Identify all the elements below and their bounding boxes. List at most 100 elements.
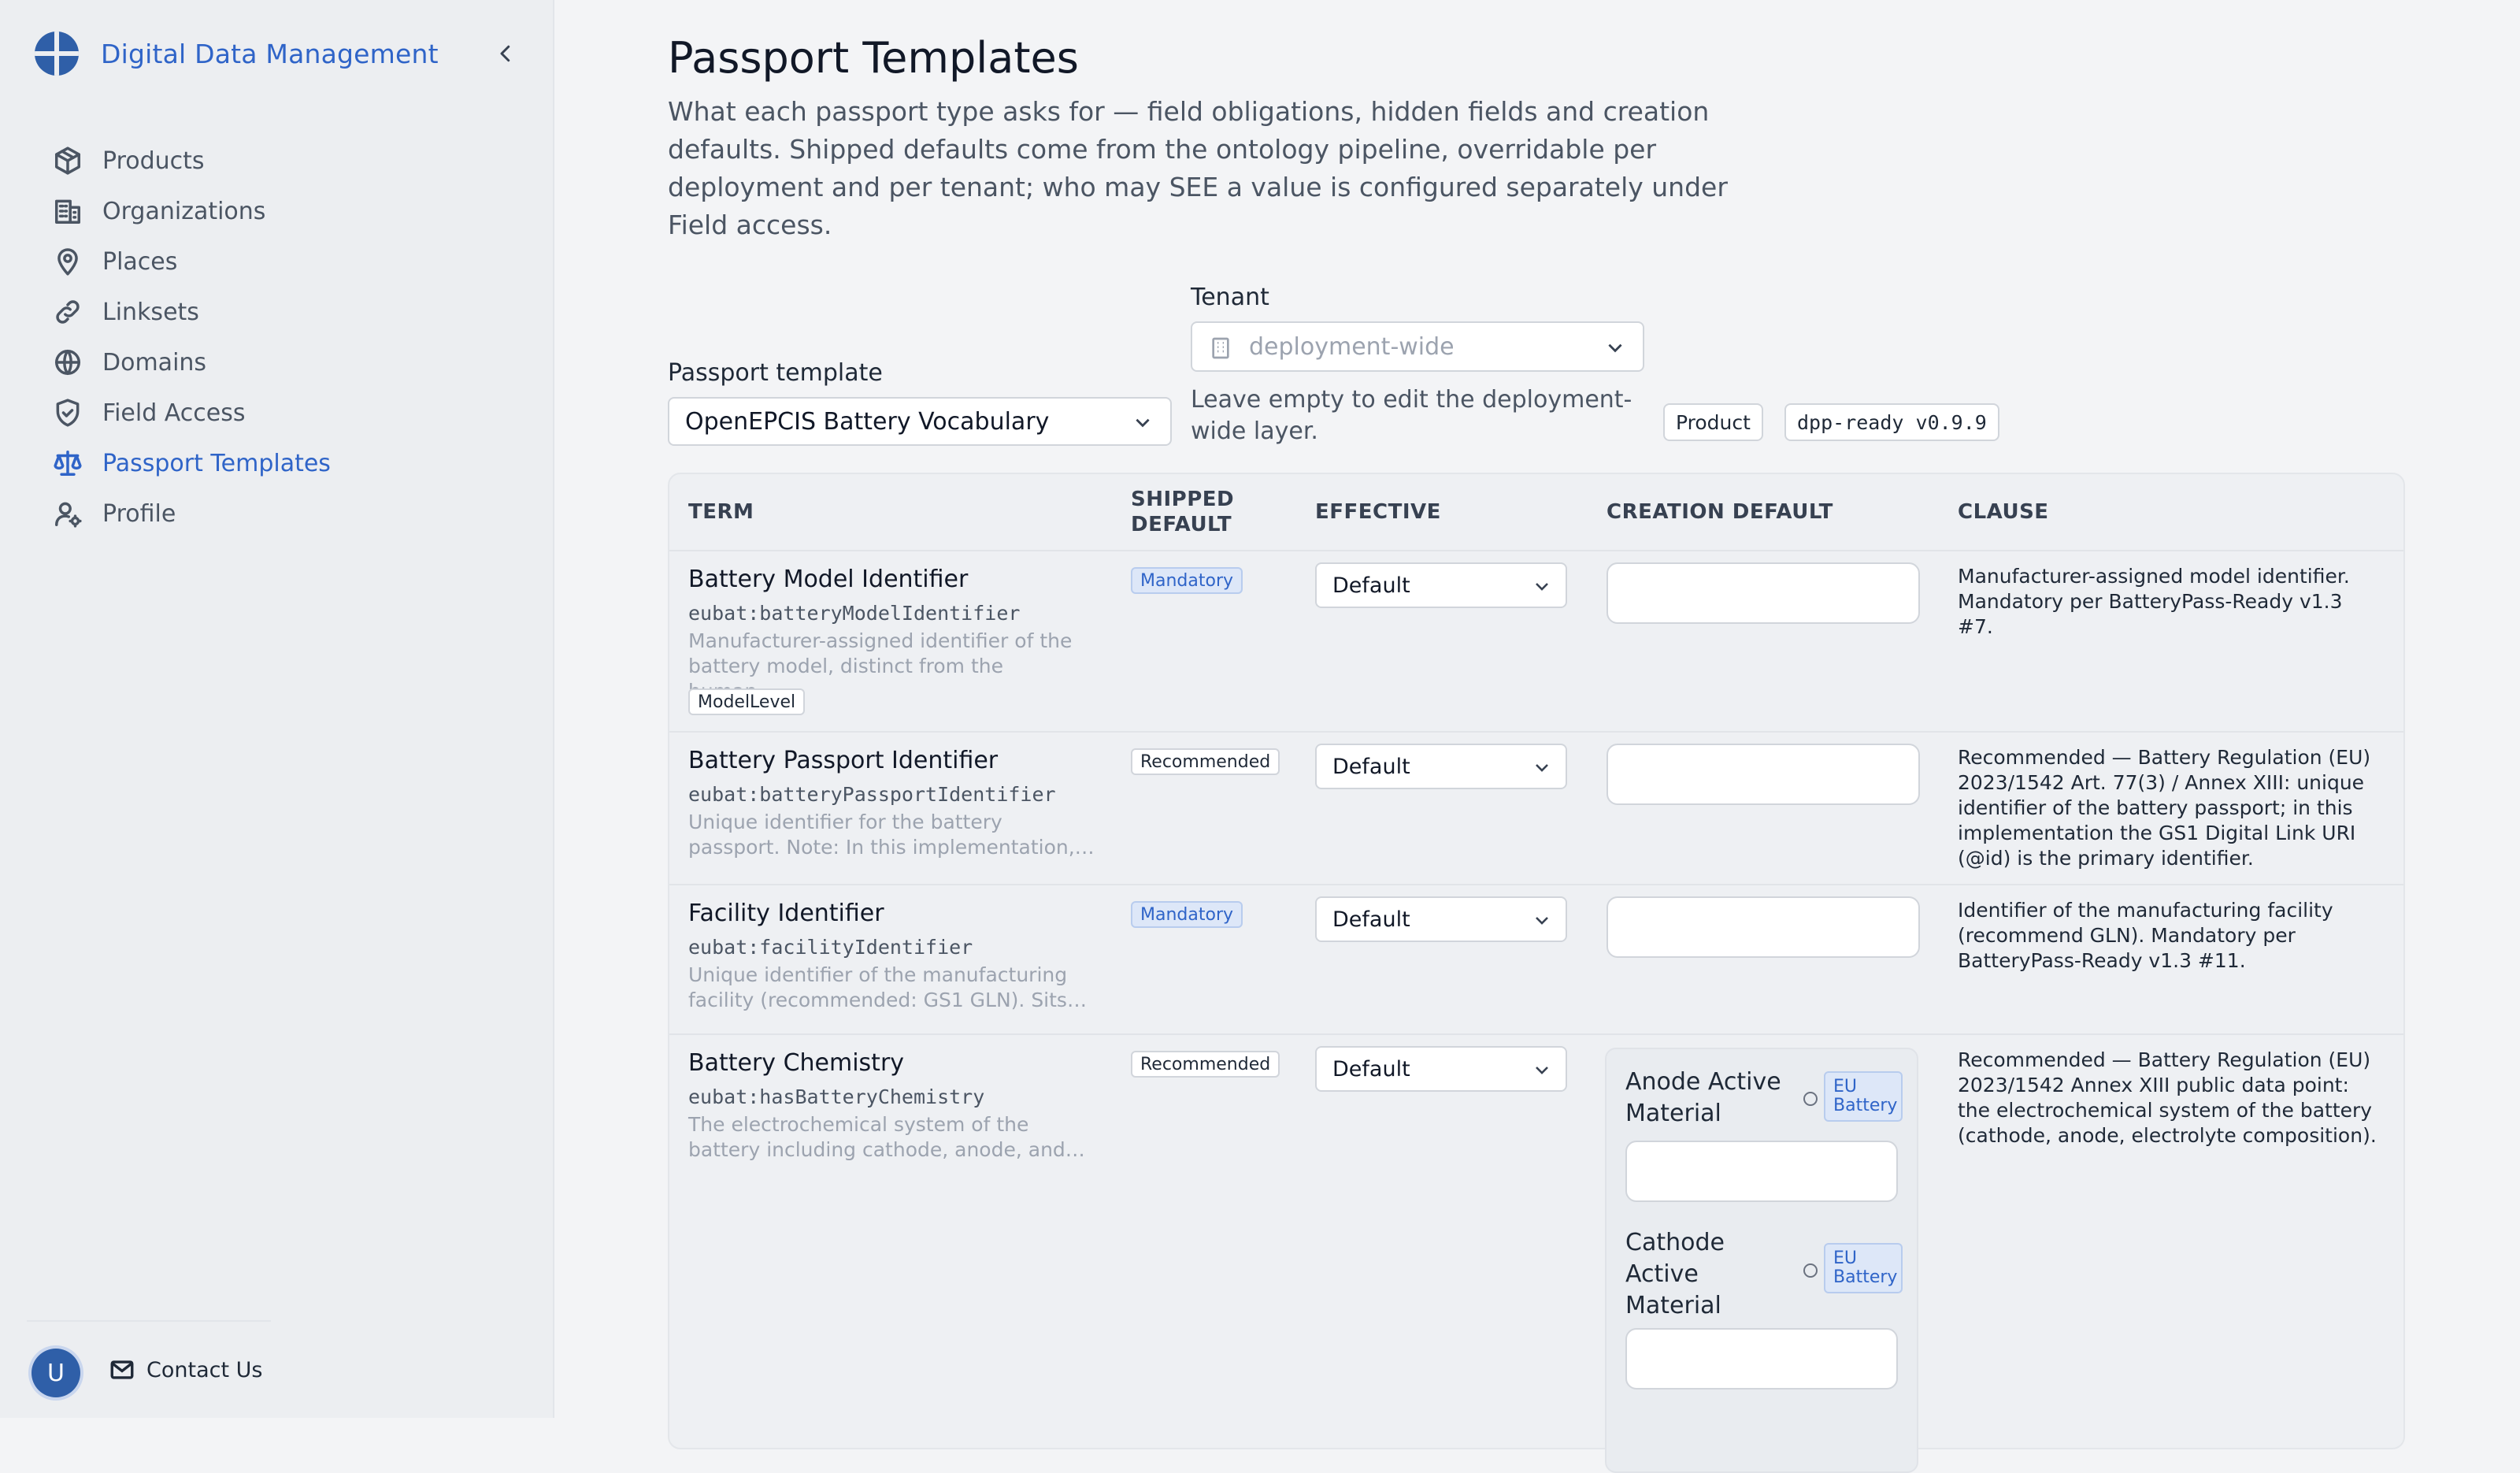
nested-field-label: Anode Active Material bbox=[1625, 1068, 1781, 1127]
column-header-effective: EFFECTIVE bbox=[1315, 500, 1441, 524]
shipped-default-badge: Recommended bbox=[1131, 748, 1280, 775]
term-id: eubat:facilityIdentifier bbox=[688, 936, 973, 959]
term-description: Unique identifier for the battery passpo… bbox=[688, 811, 1095, 859]
clause-text: Identifier of the manufacturing facility… bbox=[1958, 899, 2333, 972]
chevron-down-icon bbox=[1532, 758, 1551, 782]
contact-us-link[interactable]: Contact Us bbox=[109, 1356, 262, 1383]
building-icon bbox=[52, 195, 83, 227]
effective-value: Default bbox=[1332, 907, 1410, 932]
sidebar-item-label: Profile bbox=[102, 499, 176, 528]
sidebar-item-organizations[interactable]: Organizations bbox=[52, 186, 331, 236]
sidebar-item-label: Organizations bbox=[102, 197, 266, 225]
sidebar-divider bbox=[27, 1320, 271, 1322]
effective-select[interactable]: Default bbox=[1315, 1046, 1567, 1092]
tenant-label: Tenant bbox=[1191, 284, 1269, 311]
template-table: TERM SHIPPED DEFAULT EFFECTIVE CREATION … bbox=[668, 473, 2405, 1449]
sidebar-item-label: Places bbox=[102, 247, 178, 276]
user-gear-icon bbox=[52, 498, 83, 529]
shield-icon bbox=[52, 397, 83, 429]
term-description: The electrochemical system of the batter… bbox=[688, 1113, 1085, 1161]
sidebar-item-products[interactable]: Products bbox=[52, 135, 331, 186]
nested-fields-panel: Anode Active Material EU Battery Cathode… bbox=[1605, 1048, 1918, 1473]
shipped-default-badge: Recommended bbox=[1131, 1051, 1280, 1078]
sidebar-item-linksets[interactable]: Linksets bbox=[52, 287, 331, 337]
collapse-sidebar-button[interactable] bbox=[487, 35, 524, 72]
sidebar-nav: Products Organizations Places Linksets D… bbox=[52, 135, 331, 539]
building-icon bbox=[1212, 337, 1229, 359]
template-label: Passport template bbox=[668, 359, 883, 387]
sidebar-item-field-access[interactable]: Field Access bbox=[52, 388, 331, 438]
sidebar-item-label: Field Access bbox=[102, 399, 246, 427]
sidebar-item-passport-templates[interactable]: Passport Templates bbox=[52, 438, 331, 488]
row-divider bbox=[669, 1033, 2403, 1035]
row-divider bbox=[669, 550, 2403, 551]
clause-text: Manufacturer-assigned model identifier. … bbox=[1958, 565, 2350, 638]
box-icon bbox=[52, 145, 83, 176]
logo-icon bbox=[35, 32, 79, 76]
term-name: Facility Identifier bbox=[688, 900, 884, 927]
info-icon[interactable] bbox=[1803, 1092, 1818, 1106]
chevron-down-icon bbox=[1532, 577, 1551, 601]
info-icon[interactable] bbox=[1803, 1263, 1818, 1278]
chevron-down-icon bbox=[1605, 336, 1625, 357]
sidebar-item-label: Products bbox=[102, 147, 205, 175]
contact-us-label: Contact Us bbox=[146, 1357, 263, 1382]
chevron-down-icon bbox=[1532, 911, 1551, 935]
term-id: eubat:batteryModelIdentifier bbox=[688, 602, 1021, 625]
link-icon bbox=[52, 296, 83, 328]
effective-value: Default bbox=[1332, 1056, 1410, 1082]
effective-value: Default bbox=[1332, 573, 1410, 598]
creation-default-input[interactable] bbox=[1606, 744, 1920, 805]
clause-text: Recommended — Battery Regulation (EU) 20… bbox=[1958, 746, 2371, 870]
effective-value: Default bbox=[1332, 754, 1410, 779]
cathode-active-material-input[interactable] bbox=[1625, 1328, 1898, 1390]
product-badge: Product bbox=[1663, 403, 1763, 441]
effective-select[interactable]: Default bbox=[1315, 896, 1567, 942]
brand[interactable]: Digital Data Management bbox=[35, 30, 439, 77]
term-name: Battery Model Identifier bbox=[688, 566, 969, 593]
shipped-default-badge: Mandatory bbox=[1131, 901, 1243, 928]
sidebar-item-label: Passport Templates bbox=[102, 449, 331, 477]
template-select-value: OpenEPCIS Battery Vocabulary bbox=[685, 407, 1050, 436]
sidebar-item-label: Domains bbox=[102, 348, 207, 377]
column-header-clause: CLAUSE bbox=[1958, 500, 2049, 524]
term-name: Battery Chemistry bbox=[688, 1049, 905, 1077]
row-divider bbox=[669, 884, 2403, 885]
tenant-select[interactable]: deployment-wide bbox=[1191, 321, 1644, 372]
term-id: eubat:hasBatteryChemistry bbox=[688, 1085, 985, 1108]
tenant-select-value: deployment-wide bbox=[1249, 332, 1455, 361]
page-title: Passport Templates bbox=[668, 33, 1079, 83]
nested-field-tag: EU Battery bbox=[1824, 1243, 1903, 1293]
sidebar-item-places[interactable]: Places bbox=[52, 236, 331, 287]
clause-text: Recommended — Battery Regulation (EU) 20… bbox=[1958, 1048, 2377, 1147]
term-description: Unique identifier of the manufacturing f… bbox=[688, 963, 1087, 1011]
map-pin-icon bbox=[52, 246, 83, 277]
level-tag: ModelLevel bbox=[688, 688, 806, 715]
avatar[interactable]: U bbox=[32, 1349, 80, 1397]
term-name: Battery Passport Identifier bbox=[688, 747, 999, 774]
app-title: Digital Data Management bbox=[101, 38, 439, 69]
nested-field-tag: EU Battery bbox=[1824, 1071, 1903, 1122]
chevron-down-icon bbox=[1532, 1060, 1551, 1085]
sidebar-item-profile[interactable]: Profile bbox=[52, 488, 331, 539]
nested-field-label: Cathode Active Material bbox=[1625, 1229, 1725, 1319]
sidebar: Digital Data Management Products Organiz… bbox=[0, 0, 554, 1418]
version-badge: dpp-ready v0.9.9 bbox=[1784, 403, 1999, 441]
term-id: eubat:batteryPassportIdentifier bbox=[688, 783, 1056, 806]
chevron-down-icon bbox=[1132, 411, 1153, 432]
anode-active-material-input[interactable] bbox=[1625, 1141, 1898, 1202]
column-header-term: TERM bbox=[688, 500, 754, 524]
creation-default-input[interactable] bbox=[1606, 562, 1920, 624]
shipped-default-badge: Mandatory bbox=[1131, 567, 1243, 594]
globe-icon bbox=[52, 347, 83, 378]
row-divider bbox=[669, 731, 2403, 733]
scale-icon bbox=[52, 447, 83, 479]
effective-select[interactable]: Default bbox=[1315, 744, 1567, 789]
tenant-help-text: Leave empty to edit the deployment-wide … bbox=[1191, 386, 1632, 445]
page-description: What each passport type asks for — field… bbox=[668, 96, 1728, 240]
sidebar-item-domains[interactable]: Domains bbox=[52, 337, 331, 388]
template-select[interactable]: OpenEPCIS Battery Vocabulary bbox=[668, 397, 1172, 446]
sidebar-item-label: Linksets bbox=[102, 298, 199, 326]
creation-default-input[interactable] bbox=[1606, 896, 1920, 958]
effective-select[interactable]: Default bbox=[1315, 562, 1567, 608]
